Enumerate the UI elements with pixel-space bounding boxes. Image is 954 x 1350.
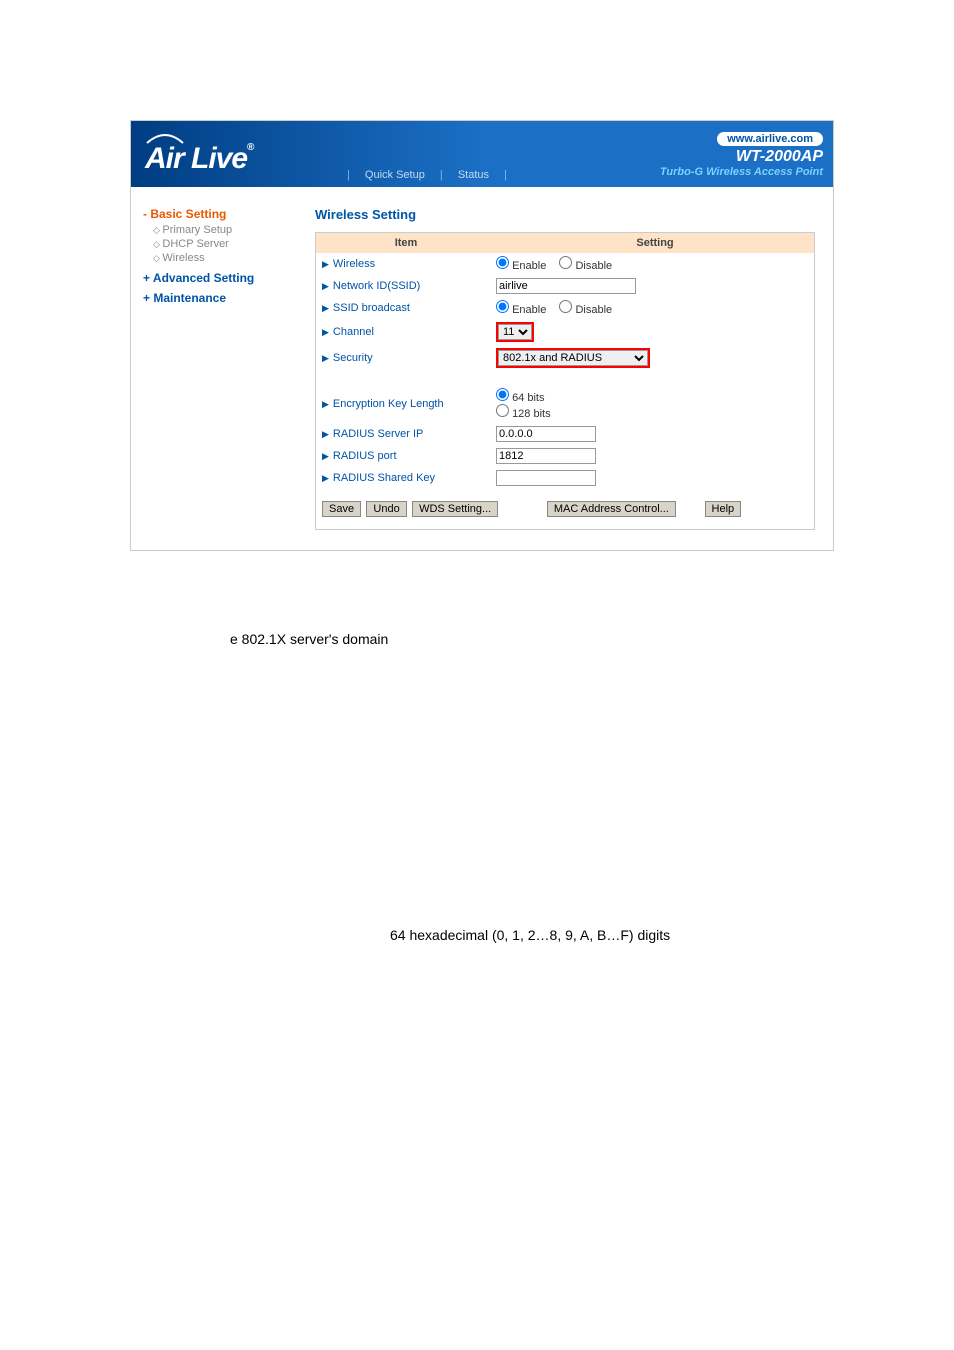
row-radius-port: ▶ RADIUS port <box>316 445 814 467</box>
table-header: Item Setting <box>316 233 814 253</box>
arrow-icon: ▶ <box>322 429 329 440</box>
logo: Air Live® <box>145 131 253 176</box>
label-ssid: Network ID(SSID) <box>333 280 420 292</box>
wireless-disable-radio[interactable]: Disable <box>559 260 612 272</box>
row-broadcast: ▶ SSID broadcast Enable Disable <box>316 297 814 319</box>
sidebar-item-primary-setup[interactable]: Primary Setup <box>153 223 287 237</box>
label-security: Security <box>333 352 373 364</box>
label-wireless: Wireless <box>333 258 375 270</box>
tagline: Turbo-G Wireless Access Point <box>660 166 823 178</box>
undo-button[interactable]: Undo <box>366 501 406 517</box>
radius-port-input[interactable] <box>496 448 596 464</box>
url-badge[interactable]: www.airlive.com <box>717 132 823 146</box>
label-radius-key: RADIUS Shared Key <box>333 472 435 484</box>
label-keylen: Encryption Key Length <box>333 398 444 410</box>
arrow-icon: ▶ <box>322 327 329 338</box>
extra-text-1: e 802.1X server's domain <box>230 631 834 647</box>
arrow-icon: ▶ <box>322 399 329 410</box>
sidebar: - Basic Setting Primary Setup DHCP Serve… <box>131 187 299 550</box>
arrow-icon: ▶ <box>322 281 329 292</box>
row-wireless: ▶ Wireless Enable Disable <box>316 253 814 275</box>
page-title: Wireless Setting <box>315 207 817 222</box>
extra-text-2: 64 hexadecimal (0, 1, 2…8, 9, A, B…F) di… <box>390 927 834 943</box>
arrow-icon: ▶ <box>322 303 329 314</box>
model-label: WT-2000AP <box>660 148 823 166</box>
broadcast-enable-radio[interactable]: Enable <box>496 304 546 316</box>
sidebar-maintenance[interactable]: + Maintenance <box>143 291 287 305</box>
broadcast-disable-radio[interactable]: Disable <box>559 304 612 316</box>
save-button[interactable]: Save <box>322 501 361 517</box>
sidebar-item-wireless[interactable]: Wireless <box>153 251 287 265</box>
row-keylen: ▶ Encryption Key Length 64 bits 128 bits <box>316 385 814 423</box>
mac-button[interactable]: MAC Address Control... <box>547 501 676 517</box>
label-radius-ip: RADIUS Server IP <box>333 428 423 440</box>
row-security: ▶ Security 802.1x and RADIUS <box>316 345 814 371</box>
th-setting: Setting <box>496 233 814 253</box>
arrow-icon: ▶ <box>322 451 329 462</box>
wds-button[interactable]: WDS Setting... <box>412 501 498 517</box>
label-broadcast: SSID broadcast <box>333 302 410 314</box>
wireless-enable-radio[interactable]: Enable <box>496 260 546 272</box>
main-content: Wireless Setting Item Setting ▶ Wireless … <box>299 187 833 550</box>
top-nav: | Quick Setup | Status | <box>341 169 513 181</box>
keylen-128-radio[interactable]: 128 bits <box>496 408 551 420</box>
row-radius-ip: ▶ RADIUS Server IP <box>316 423 814 445</box>
radius-ip-input[interactable] <box>496 426 596 442</box>
arrow-icon: ▶ <box>322 259 329 270</box>
router-config-window: Air Live® | Quick Setup | Status | www.a… <box>130 120 834 551</box>
sidebar-item-dhcp-server[interactable]: DHCP Server <box>153 237 287 251</box>
sidebar-basic-setting[interactable]: - Basic Setting <box>143 207 287 221</box>
nav-quick-setup[interactable]: Quick Setup <box>365 169 425 181</box>
row-ssid: ▶ Network ID(SSID) <box>316 275 814 297</box>
header: Air Live® | Quick Setup | Status | www.a… <box>131 121 833 187</box>
sidebar-advanced-setting[interactable]: + Advanced Setting <box>143 271 287 285</box>
keylen-64-radio[interactable]: 64 bits <box>496 392 544 404</box>
radius-key-input[interactable] <box>496 470 596 486</box>
label-channel: Channel <box>333 326 374 338</box>
arrow-icon: ▶ <box>322 473 329 484</box>
arrow-icon: ▶ <box>322 353 329 364</box>
logo-text: Air Live <box>145 142 247 175</box>
help-button[interactable]: Help <box>705 501 742 517</box>
row-channel: ▶ Channel 11 <box>316 319 814 345</box>
row-radius-key: ▶ RADIUS Shared Key <box>316 467 814 489</box>
ssid-input[interactable] <box>496 278 636 294</box>
security-select[interactable]: 802.1x and RADIUS <box>498 350 648 366</box>
channel-select[interactable]: 11 <box>498 324 532 340</box>
registered-icon: ® <box>247 142 253 153</box>
button-row: Save Undo WDS Setting... MAC Address Con… <box>316 489 814 529</box>
settings-table: Item Setting ▶ Wireless Enable Disable ▶ N… <box>315 232 815 530</box>
nav-status[interactable]: Status <box>458 169 489 181</box>
th-item: Item <box>316 233 496 253</box>
label-radius-port: RADIUS port <box>333 450 397 462</box>
